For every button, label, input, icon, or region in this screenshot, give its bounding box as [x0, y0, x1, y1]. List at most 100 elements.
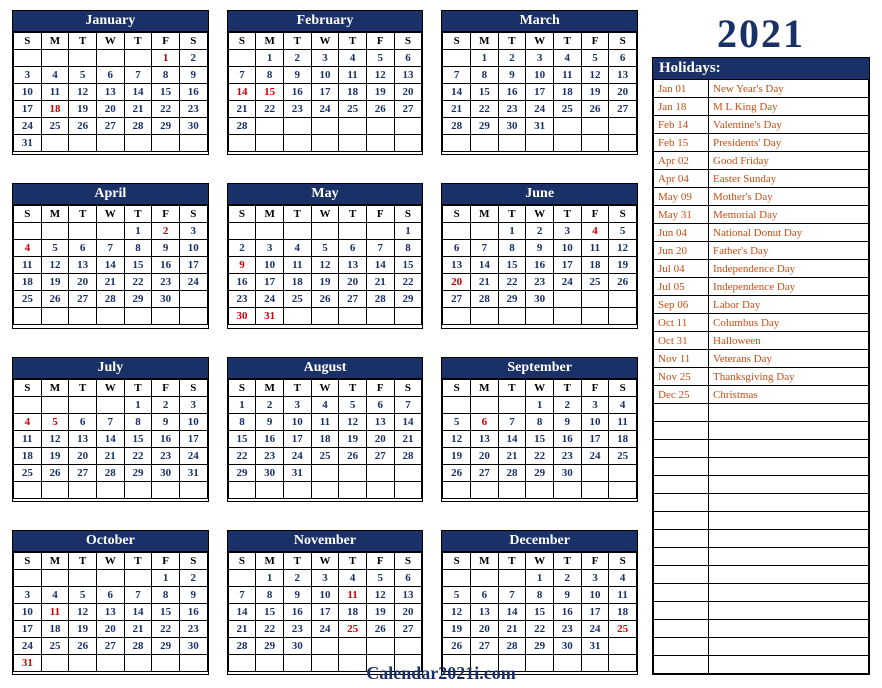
day-cell: 3	[256, 240, 284, 257]
day-cell	[366, 308, 394, 325]
day-cell: 14	[498, 430, 526, 447]
weekday-label: S	[394, 33, 422, 50]
day-cell	[179, 481, 207, 498]
weekday-label: S	[179, 379, 207, 396]
day-cell	[124, 135, 152, 152]
holiday-name: Thanksgiving Day	[709, 368, 869, 386]
day-cell: 21	[443, 101, 471, 118]
holiday-date	[654, 422, 709, 440]
day-cell: 25	[41, 637, 69, 654]
day-cell: 30	[152, 464, 180, 481]
day-cell: 29	[256, 637, 284, 654]
day-cell: 24	[311, 101, 339, 118]
month-title: June	[442, 184, 637, 205]
month-title: August	[228, 358, 423, 379]
day-cell	[69, 569, 97, 586]
day-cell: 12	[311, 257, 339, 274]
day-cell: 25	[41, 118, 69, 135]
day-cell: 23	[256, 447, 284, 464]
day-cell: 10	[283, 413, 311, 430]
weekday-label: M	[256, 379, 284, 396]
months-grid: JanuarySMTWTFS12345678910111213141516171…	[12, 10, 638, 675]
holiday-name: Father's Day	[709, 242, 869, 260]
holiday-date: Jan 01	[654, 80, 709, 98]
day-cell	[443, 569, 471, 586]
day-cell: 9	[179, 67, 207, 84]
day-cell: 5	[609, 223, 637, 240]
day-cell: 11	[14, 257, 42, 274]
holiday-row: Apr 02Good Friday	[654, 152, 869, 170]
holiday-row-empty	[654, 530, 869, 548]
day-cell: 21	[498, 447, 526, 464]
month-table: SMTWTFS123456789101112131415161718192021…	[442, 32, 637, 152]
weekday-label: S	[443, 206, 471, 223]
holiday-row-empty	[654, 404, 869, 422]
day-cell: 13	[69, 257, 97, 274]
day-cell: 4	[609, 569, 637, 586]
day-cell: 23	[179, 620, 207, 637]
day-cell: 23	[283, 101, 311, 118]
day-cell: 10	[526, 67, 554, 84]
day-cell: 16	[553, 603, 581, 620]
holiday-name: Independence Day	[709, 278, 869, 296]
holiday-name: Valentine's Day	[709, 116, 869, 134]
day-cell: 17	[256, 274, 284, 291]
day-cell: 25	[14, 464, 42, 481]
day-cell: 19	[339, 430, 367, 447]
day-cell: 26	[581, 101, 609, 118]
month-table: SMTWTFS123456789101112131415161718192021…	[228, 552, 423, 672]
day-cell: 5	[69, 586, 97, 603]
day-cell: 9	[179, 586, 207, 603]
day-cell: 21	[96, 447, 124, 464]
day-cell	[443, 223, 471, 240]
day-cell: 13	[470, 430, 498, 447]
day-cell: 1	[526, 396, 554, 413]
holiday-row: Jun 20Father's Day	[654, 242, 869, 260]
day-cell	[256, 118, 284, 135]
day-cell: 21	[124, 101, 152, 118]
day-cell	[256, 135, 284, 152]
holiday-row: Apr 04Easter Sunday	[654, 170, 869, 188]
day-cell: 15	[526, 430, 554, 447]
holiday-date	[654, 638, 709, 656]
day-cell: 30	[179, 637, 207, 654]
day-cell: 31	[283, 464, 311, 481]
day-cell: 1	[256, 569, 284, 586]
day-cell: 11	[311, 413, 339, 430]
day-cell: 26	[443, 637, 471, 654]
holiday-name	[709, 512, 869, 530]
day-cell: 7	[124, 67, 152, 84]
day-cell	[498, 308, 526, 325]
day-cell	[311, 481, 339, 498]
day-cell: 26	[609, 274, 637, 291]
day-cell: 29	[498, 291, 526, 308]
day-cell: 15	[152, 603, 180, 620]
holiday-date: Oct 31	[654, 332, 709, 350]
day-cell: 7	[96, 413, 124, 430]
day-cell	[470, 308, 498, 325]
day-cell: 11	[609, 413, 637, 430]
day-cell: 4	[283, 240, 311, 257]
day-cell: 24	[581, 620, 609, 637]
weekday-label: F	[366, 379, 394, 396]
holiday-date	[654, 494, 709, 512]
weekday-label: T	[69, 33, 97, 50]
day-cell: 10	[179, 413, 207, 430]
day-cell: 6	[470, 413, 498, 430]
holiday-date	[654, 602, 709, 620]
holiday-row: Feb 15Presidents' Day	[654, 134, 869, 152]
holiday-row-empty	[654, 566, 869, 584]
day-cell: 4	[41, 586, 69, 603]
day-cell: 15	[470, 84, 498, 101]
holiday-row-empty	[654, 602, 869, 620]
day-cell: 26	[339, 447, 367, 464]
day-cell: 6	[69, 413, 97, 430]
day-cell: 17	[553, 257, 581, 274]
holiday-name: Halloween	[709, 332, 869, 350]
day-cell: 4	[41, 67, 69, 84]
month-title: October	[13, 531, 208, 552]
day-cell: 17	[311, 603, 339, 620]
weekday-label: T	[498, 206, 526, 223]
weekday-label: T	[124, 33, 152, 50]
day-cell: 13	[470, 603, 498, 620]
